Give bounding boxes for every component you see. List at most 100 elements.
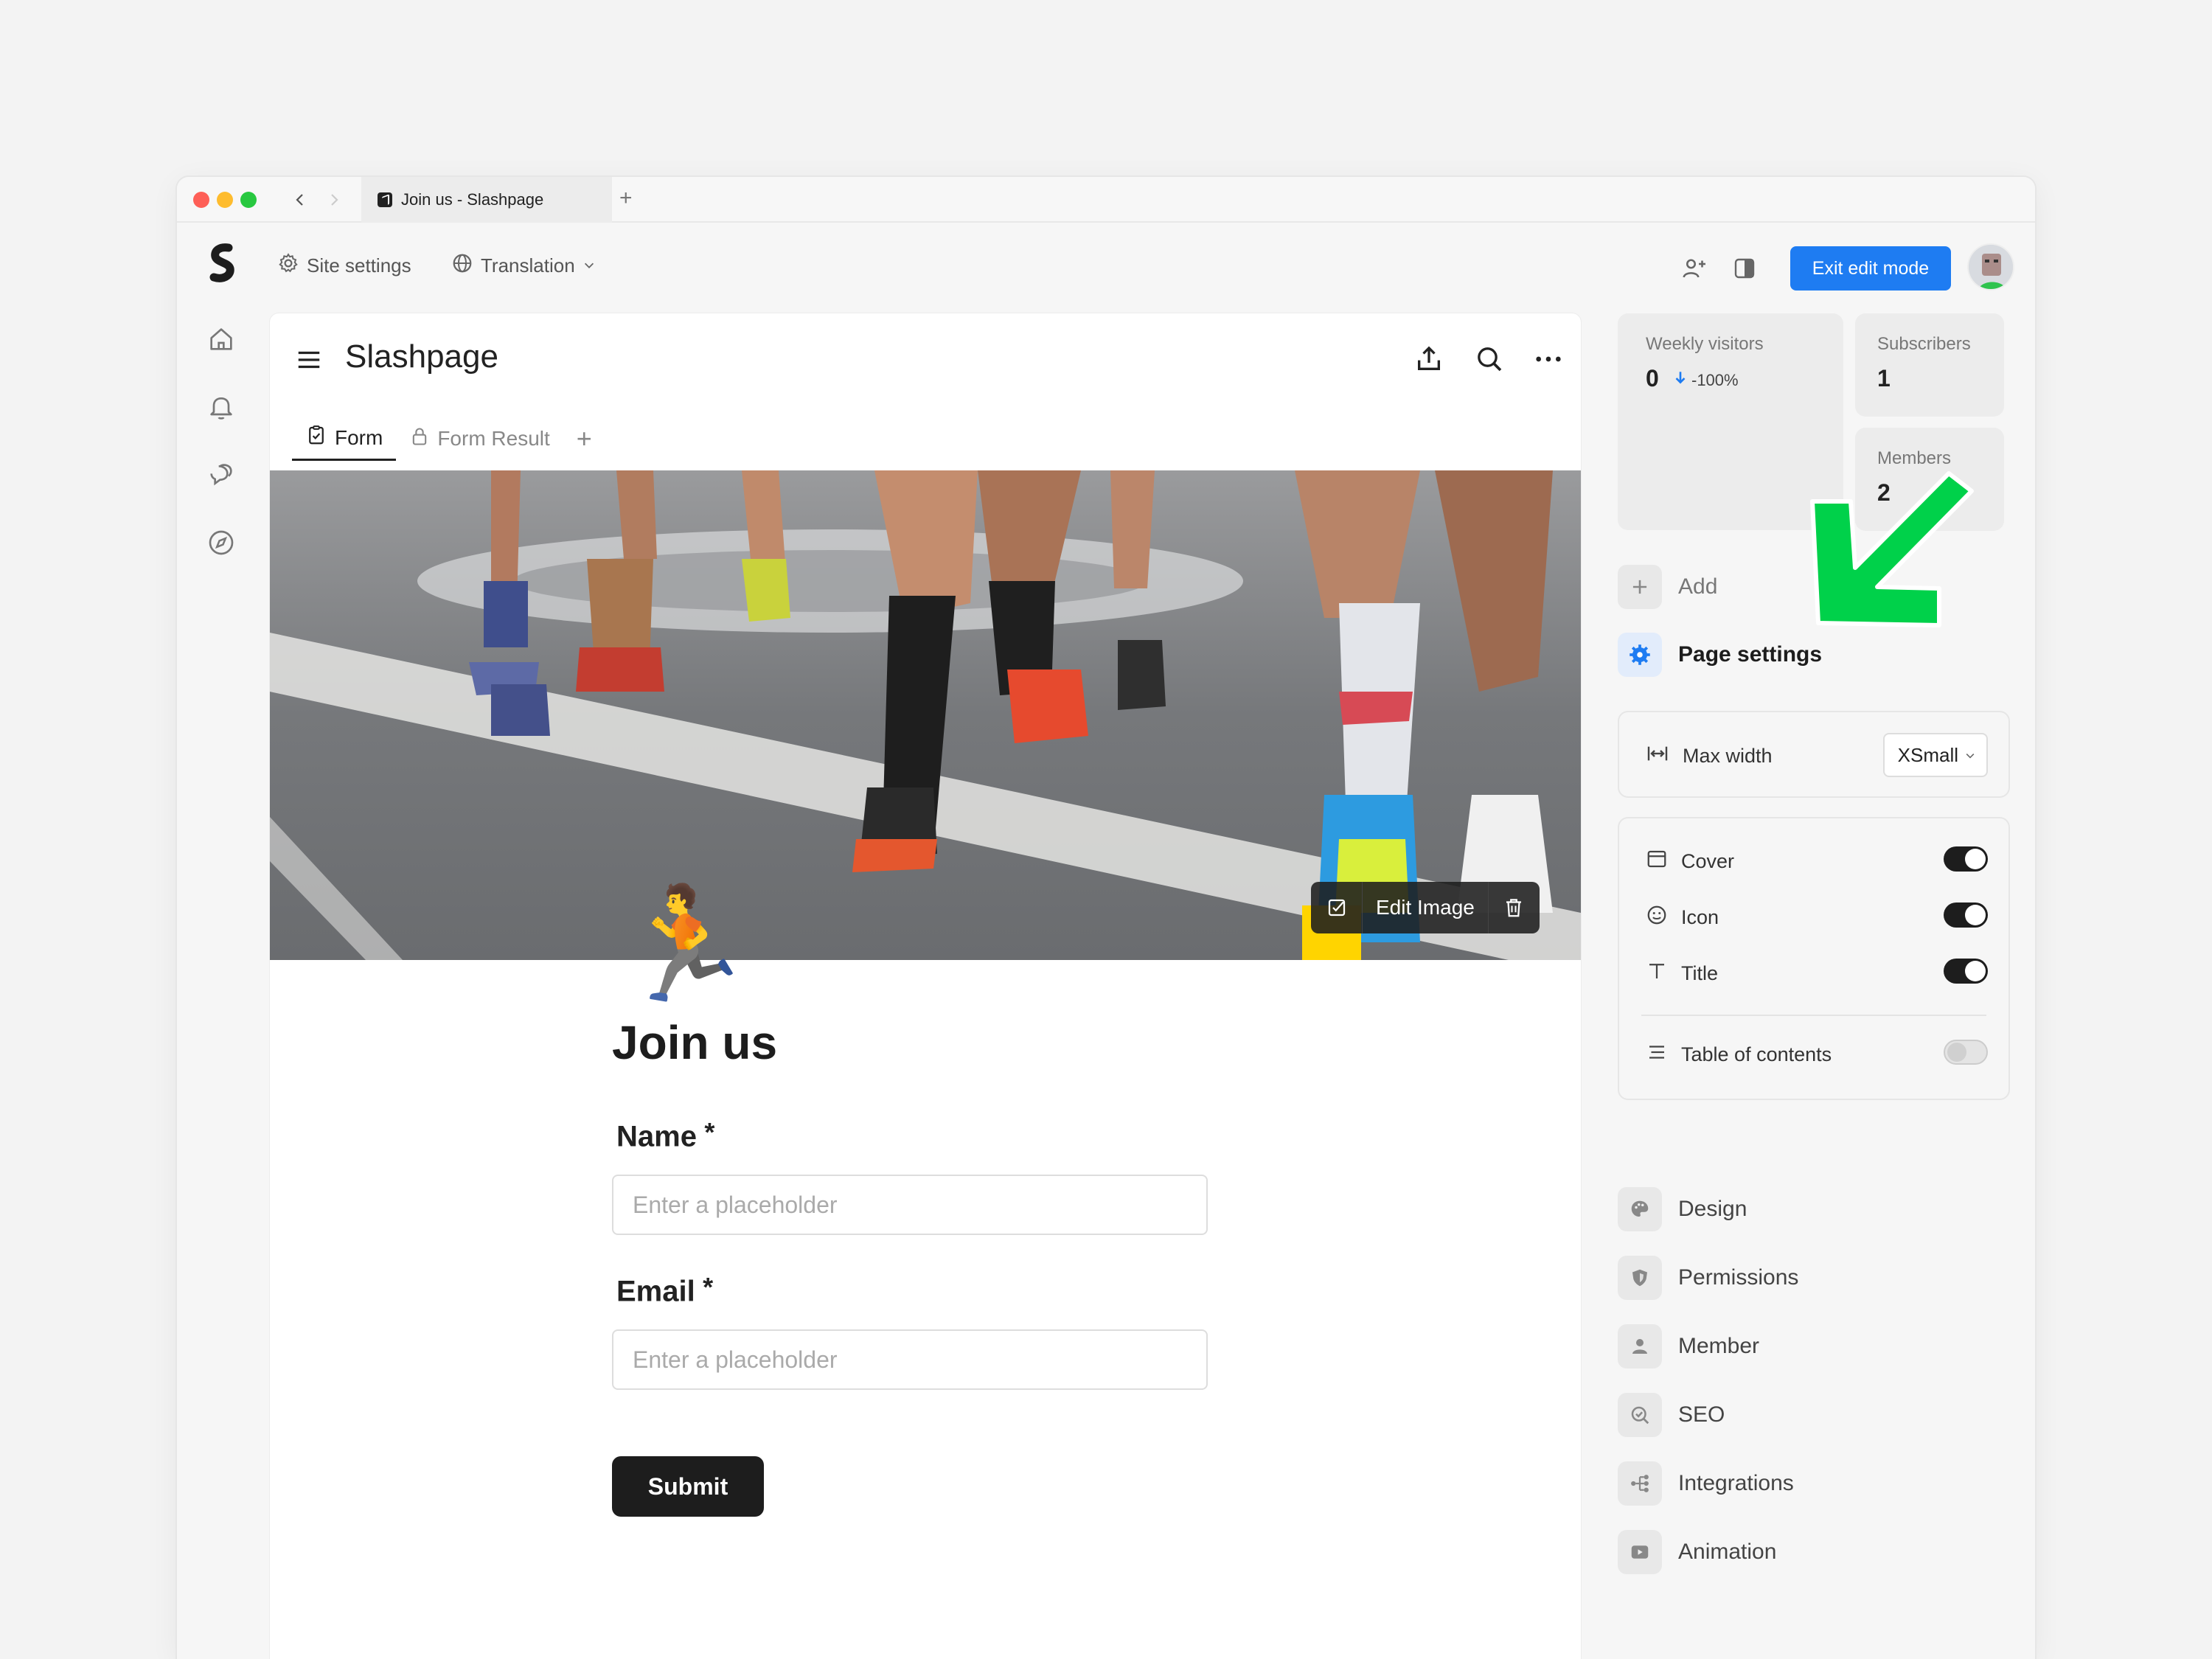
- arrow-down-icon: [1672, 369, 1688, 389]
- translation-dropdown[interactable]: Translation: [451, 252, 596, 279]
- text-t-icon: [1646, 960, 1668, 987]
- minimize-window-button[interactable]: [217, 192, 233, 208]
- add-tab-button[interactable]: +: [563, 417, 605, 461]
- tab-form[interactable]: Form: [292, 417, 397, 461]
- max-width-select[interactable]: XSmall: [1882, 733, 1988, 777]
- slashpage-favicon-icon: [378, 192, 392, 207]
- edit-checkbox-icon[interactable]: [1311, 882, 1363, 933]
- page-icon-emoji[interactable]: 🏃: [616, 888, 754, 999]
- plus-icon: [1618, 565, 1662, 609]
- subscribers-card[interactable]: Subscribers 1: [1855, 313, 2004, 417]
- site-settings-button[interactable]: Site settings: [277, 252, 411, 279]
- seo-search-icon: [1618, 1393, 1662, 1437]
- forward-icon[interactable]: [321, 187, 347, 212]
- smiley-icon: [1646, 904, 1668, 931]
- cover-toggle[interactable]: [1944, 846, 1988, 872]
- chat-icon[interactable]: [204, 457, 239, 493]
- list-lines-icon: [1646, 1041, 1668, 1068]
- title-row: Title: [1646, 960, 1718, 987]
- browser-tab[interactable]: Join us - Slashpage: [361, 177, 612, 223]
- icon-label: Icon: [1681, 906, 1719, 928]
- menu-icon[interactable]: [295, 346, 323, 378]
- weekly-visitors-value: 0: [1646, 365, 1659, 392]
- browser-window: Join us - Slashpage + Site settings Tran…: [177, 177, 2035, 1659]
- integrations-icon: [1618, 1461, 1662, 1506]
- integrations-label: Integrations: [1678, 1471, 1794, 1495]
- avatar[interactable]: [1967, 243, 2014, 291]
- seo-menu-item[interactable]: SEO: [1618, 1393, 1725, 1437]
- subscribers-value: 1: [1877, 365, 1891, 392]
- page-title: Slashpage: [345, 338, 498, 375]
- permissions-menu-item[interactable]: Permissions: [1618, 1256, 1798, 1300]
- table-of-contents-toggle[interactable]: [1944, 1040, 1988, 1065]
- back-icon[interactable]: [288, 187, 313, 212]
- tab-form-label: Form: [335, 425, 383, 449]
- submit-button[interactable]: Submit: [612, 1456, 764, 1517]
- maximize-window-button[interactable]: [240, 192, 257, 208]
- page-tabs: Form Form Result +: [292, 417, 605, 461]
- animation-menu-item[interactable]: Animation: [1618, 1530, 1776, 1574]
- max-width-card: Max width XSmall: [1618, 711, 2010, 798]
- play-icon: [1618, 1530, 1662, 1574]
- integrations-menu-item[interactable]: Integrations: [1618, 1461, 1794, 1506]
- app-topbar: Site settings Translation Exit edit mode: [177, 223, 2035, 313]
- seo-label: SEO: [1678, 1402, 1725, 1427]
- clipboard-check-icon: [305, 424, 327, 451]
- weekly-visitors-change: -100%: [1691, 371, 1739, 389]
- exit-edit-mode-button[interactable]: Exit edit mode: [1790, 246, 1951, 291]
- title-toggle[interactable]: [1944, 959, 1988, 984]
- design-menu-item[interactable]: Design: [1618, 1187, 1747, 1231]
- required-asterisk: *: [703, 1272, 714, 1302]
- edit-image-button[interactable]: Edit Image: [1363, 896, 1488, 919]
- close-window-button[interactable]: [193, 192, 209, 208]
- name-input-placeholder: Enter a placeholder: [633, 1191, 838, 1218]
- slashpage-logo-icon[interactable]: [206, 243, 239, 283]
- name-input[interactable]: Enter a placeholder: [612, 1175, 1208, 1235]
- max-width-value: XSmall: [1897, 743, 1958, 766]
- person-icon: [1618, 1324, 1662, 1368]
- cover-image[interactable]: Edit Image: [270, 470, 1581, 960]
- email-field-label-row: Email *: [616, 1272, 713, 1308]
- permissions-label: Permissions: [1678, 1265, 1799, 1290]
- chevron-down-icon: [1964, 744, 1976, 767]
- bell-icon[interactable]: [204, 389, 239, 425]
- animation-label: Animation: [1678, 1540, 1777, 1564]
- browser-tab-title: Join us - Slashpage: [401, 190, 544, 209]
- design-label: Design: [1678, 1197, 1747, 1221]
- max-width-label: Max width: [1683, 745, 1773, 767]
- settings-gear-icon: [1618, 633, 1662, 677]
- email-input[interactable]: Enter a placeholder: [612, 1329, 1208, 1390]
- edit-image-toolbar: Edit Image: [1311, 882, 1540, 933]
- invite-user-icon[interactable]: [1681, 255, 1708, 285]
- page-settings-button[interactable]: Page settings: [1618, 633, 1822, 677]
- sidebar-toggle-icon[interactable]: [1733, 257, 1756, 284]
- more-options-icon[interactable]: [1534, 344, 1563, 378]
- weekly-visitors-label: Weekly visitors: [1646, 334, 1764, 354]
- divider: [1641, 1015, 1986, 1016]
- name-field-label: Name: [616, 1120, 697, 1153]
- add-button[interactable]: Add: [1618, 565, 1717, 609]
- palette-icon: [1618, 1187, 1662, 1231]
- cover-layout-icon: [1646, 848, 1668, 875]
- new-tab-button[interactable]: +: [619, 186, 633, 211]
- compass-icon[interactable]: [204, 525, 239, 560]
- home-icon[interactable]: [204, 321, 239, 357]
- share-upload-icon[interactable]: [1414, 344, 1444, 378]
- tab-form-result[interactable]: Form Result: [396, 417, 563, 461]
- member-menu-item[interactable]: Member: [1618, 1324, 1759, 1368]
- cover-row: Cover: [1646, 848, 1734, 875]
- lock-icon: [409, 426, 430, 452]
- table-of-contents-label: Table of contents: [1681, 1043, 1832, 1065]
- title-label: Title: [1681, 962, 1719, 984]
- email-field-label: Email: [616, 1275, 695, 1308]
- add-label: Add: [1678, 574, 1718, 599]
- search-icon[interactable]: [1475, 344, 1504, 378]
- trash-icon[interactable]: [1487, 882, 1540, 933]
- gear-icon: [277, 252, 299, 279]
- translation-label: Translation: [481, 254, 575, 276]
- required-asterisk: *: [704, 1117, 715, 1147]
- icon-toggle[interactable]: [1944, 902, 1988, 928]
- icon-row: Icon: [1646, 904, 1719, 931]
- subscribers-label: Subscribers: [1877, 334, 1971, 354]
- globe-icon: [451, 252, 473, 279]
